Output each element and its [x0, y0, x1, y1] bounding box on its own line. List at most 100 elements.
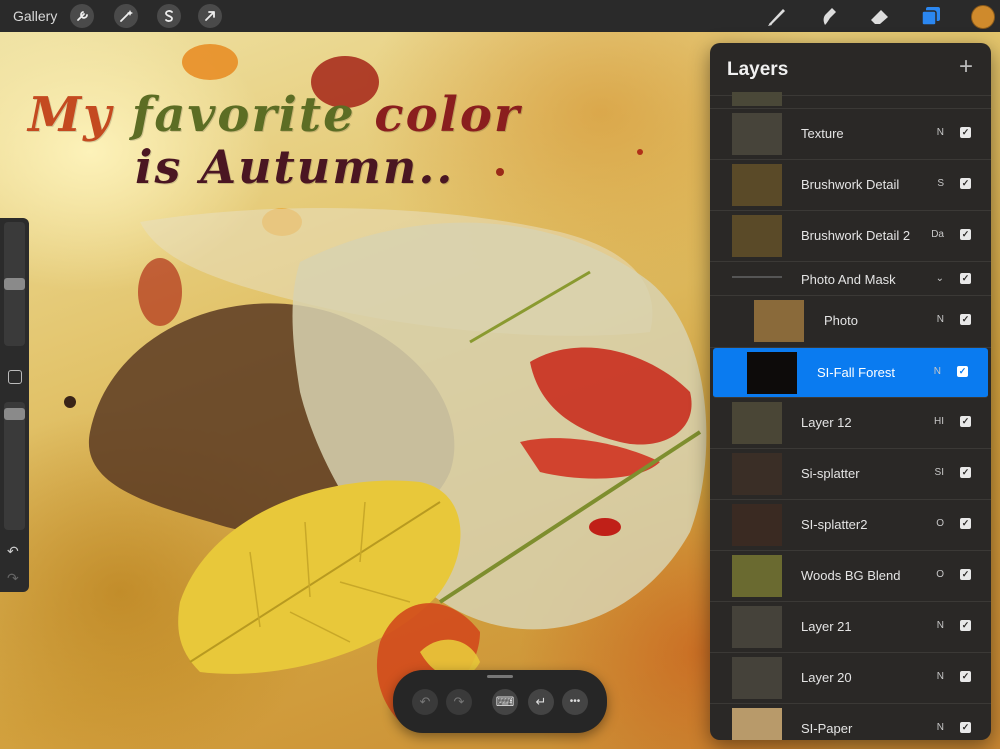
blend-mode-button[interactable]: HI	[934, 416, 944, 427]
transform-arrow-icon[interactable]	[198, 4, 222, 28]
layer-thumbnail	[754, 300, 804, 342]
layer-row[interactable]: Layer 12 HI ✓	[710, 398, 991, 449]
layer-row[interactable]: Photo N ✓	[710, 296, 991, 348]
selection-icon[interactable]	[157, 4, 181, 28]
return-icon[interactable]: ↵	[528, 689, 554, 715]
left-sidebar: ↶ ↷	[0, 218, 29, 592]
visibility-checkbox[interactable]: ✓	[960, 273, 971, 284]
layers-panel: Layers + Texture N ✓ Brushwork Detail S ✓ Brus…	[710, 43, 991, 740]
layers-icon[interactable]	[920, 5, 942, 27]
visibility-checkbox[interactable]: ✓	[960, 569, 971, 580]
layer-thumbnail	[732, 555, 782, 597]
layer-row[interactable]: Woods BG Blend O ✓	[710, 551, 991, 602]
blend-mode-button[interactable]: N	[937, 314, 944, 325]
layer-thumbnail	[732, 657, 782, 699]
redo-icon[interactable]: ↷	[7, 570, 19, 587]
brush-icon[interactable]	[765, 5, 789, 27]
layer-thumbnail	[732, 92, 782, 106]
blend-mode-button[interactable]: N	[937, 620, 944, 631]
color-swatch[interactable]	[971, 5, 995, 29]
visibility-checkbox[interactable]: ✓	[960, 416, 971, 427]
blend-mode-button[interactable]: Da	[931, 229, 944, 240]
visibility-checkbox[interactable]: ✓	[960, 467, 971, 478]
redo-icon[interactable]: ↷	[446, 689, 472, 715]
layer-row[interactable]: Si-splatter SI ✓	[710, 449, 991, 500]
blend-mode-button[interactable]: N	[937, 127, 944, 138]
layer-thumbnail	[732, 164, 782, 206]
top-toolbar: Gallery	[0, 0, 1000, 32]
drag-grip[interactable]	[487, 675, 513, 678]
layer-row-partial[interactable]	[710, 92, 991, 109]
title-word-color: color	[374, 87, 522, 143]
artwork-title-line2: is Autumn..	[135, 140, 455, 194]
gallery-button[interactable]: Gallery	[13, 8, 57, 24]
title-word-my: My	[28, 87, 132, 143]
layer-name: Brushwork Detail 2	[801, 228, 911, 243]
layer-row[interactable]: Layer 20 N ✓	[710, 653, 991, 704]
blend-mode-button[interactable]: SI	[935, 467, 944, 478]
layer-thumbnail	[732, 708, 782, 740]
layer-name: SI-Fall Forest	[817, 365, 896, 380]
layer-thumbnail	[732, 504, 782, 546]
layer-thumbnail	[732, 113, 782, 155]
opacity-handle[interactable]	[4, 408, 25, 420]
magic-wand-icon[interactable]	[114, 4, 138, 28]
keyboard-icon[interactable]: ⌨	[492, 689, 518, 715]
title-word-favorite: favorite	[131, 87, 375, 143]
opacity-slider[interactable]	[4, 402, 25, 530]
layer-row[interactable]: Photo And Mask ⌄ ✓	[710, 262, 991, 296]
layer-thumbnail	[732, 276, 782, 278]
layer-name: Woods BG Blend	[801, 568, 901, 583]
blend-mode-button[interactable]: O	[936, 518, 944, 529]
wrench-icon[interactable]	[70, 4, 94, 28]
modify-button[interactable]	[8, 370, 22, 384]
blend-mode-button[interactable]: S	[937, 178, 944, 189]
artwork-title-line1: My favorite color	[28, 87, 521, 143]
layer-name: Brushwork Detail	[801, 177, 900, 192]
visibility-checkbox[interactable]: ✓	[960, 229, 971, 240]
text-edit-bar: ↶ ↷ ⌨ ↵ •••	[393, 670, 607, 733]
visibility-checkbox[interactable]: ✓	[960, 518, 971, 529]
layer-thumbnail	[732, 215, 782, 257]
layer-row[interactable]: Brushwork Detail S ✓	[710, 160, 991, 211]
layer-name: Si-splatter	[801, 466, 860, 481]
layer-thumbnail	[732, 453, 782, 495]
layer-row[interactable]: SI-Fall Forest N ✓	[713, 348, 988, 398]
layer-row[interactable]: Texture N ✓	[710, 109, 991, 160]
layer-thumbnail	[732, 606, 782, 648]
layers-header: Layers +	[710, 43, 991, 96]
layer-name: Layer 12	[801, 415, 852, 430]
eraser-icon[interactable]	[868, 5, 892, 27]
add-layer-icon[interactable]: +	[959, 55, 973, 79]
layer-thumbnail	[747, 352, 797, 394]
layer-name: Texture	[801, 126, 844, 141]
group-expand-chevron-icon[interactable]: ⌄	[936, 273, 944, 284]
smudge-icon[interactable]	[817, 5, 841, 27]
layer-name: Layer 21	[801, 619, 852, 634]
layer-list: Texture N ✓ Brushwork Detail S ✓ Brushwork Det…	[710, 109, 991, 740]
blend-mode-button[interactable]: O	[936, 569, 944, 580]
layer-row[interactable]: Brushwork Detail 2 Da ✓	[710, 211, 991, 262]
visibility-checkbox[interactable]: ✓	[960, 314, 971, 325]
layer-thumbnail	[732, 402, 782, 444]
visibility-checkbox[interactable]: ✓	[960, 620, 971, 631]
undo-icon[interactable]: ↶	[412, 689, 438, 715]
visibility-checkbox[interactable]: ✓	[957, 366, 968, 377]
blend-mode-button[interactable]: N	[934, 366, 941, 377]
more-options-icon[interactable]: •••	[562, 689, 588, 715]
visibility-checkbox[interactable]: ✓	[960, 722, 971, 733]
visibility-checkbox[interactable]: ✓	[960, 671, 971, 682]
visibility-checkbox[interactable]: ✓	[960, 127, 971, 138]
layer-name: Layer 20	[801, 670, 852, 685]
brush-size-handle[interactable]	[4, 278, 25, 290]
blend-mode-button[interactable]: N	[937, 671, 944, 682]
layer-row[interactable]: SI-Paper N ✓	[710, 704, 991, 740]
layer-name: SI-Paper	[801, 721, 853, 736]
layer-row[interactable]: Layer 21 N ✓	[710, 602, 991, 653]
visibility-checkbox[interactable]: ✓	[960, 178, 971, 189]
undo-icon[interactable]: ↶	[7, 543, 19, 560]
layer-row[interactable]: SI-splatter2 O ✓	[710, 500, 991, 551]
blend-mode-button[interactable]: N	[937, 722, 944, 733]
layers-title: Layers	[727, 59, 789, 80]
layer-name: SI-splatter2	[801, 517, 868, 532]
